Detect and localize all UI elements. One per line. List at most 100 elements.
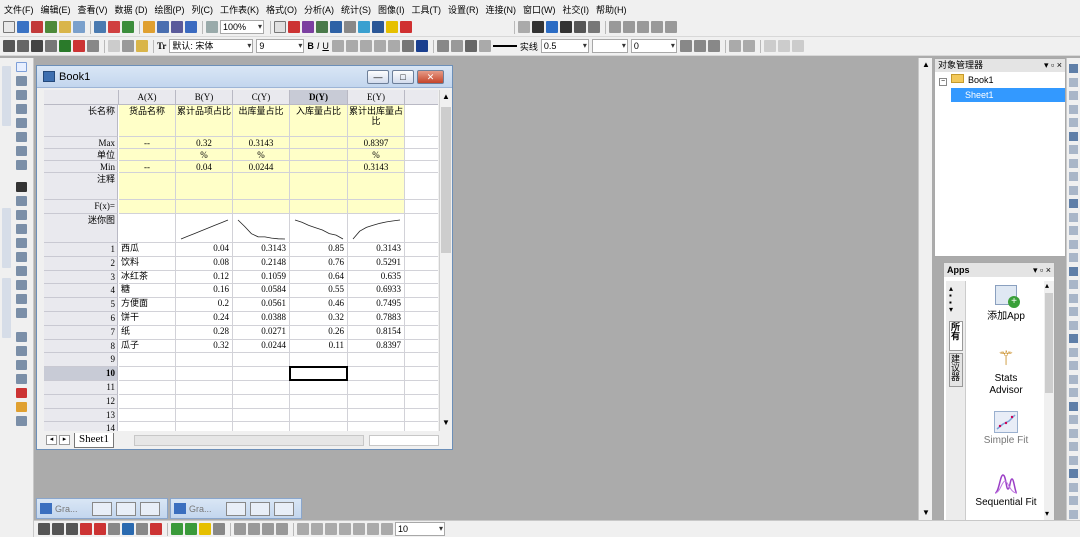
menu-item-9[interactable]: 统计(S) bbox=[341, 3, 371, 16]
right-tool-icon[interactable] bbox=[1069, 64, 1078, 73]
meta-cell-longname-d[interactable]: 入库量占比 bbox=[290, 105, 348, 137]
data-cell[interactable]: 0.08 bbox=[176, 256, 233, 271]
data-cell[interactable]: 0.85 bbox=[290, 243, 348, 257]
row-label-longname[interactable]: 长名称 bbox=[44, 105, 118, 137]
data-cell[interactable]: 0.635 bbox=[348, 270, 405, 285]
increase-font-icon[interactable] bbox=[373, 40, 386, 52]
apps-scrollbar[interactable]: ▴ ▾ bbox=[1044, 281, 1054, 521]
data-cell[interactable] bbox=[348, 422, 405, 431]
min-restore-icon-2[interactable] bbox=[225, 501, 246, 516]
apps-tab-scroll-icon[interactable]: ▴ ▪ ▪ ▾ bbox=[949, 285, 953, 314]
z-icon[interactable] bbox=[560, 21, 572, 33]
ellipse-tool-icon[interactable] bbox=[16, 252, 27, 262]
meta-cell-min-e[interactable]: 0.3143 bbox=[348, 161, 405, 173]
insert-image-icon[interactable] bbox=[16, 374, 27, 384]
right-tool-icon[interactable] bbox=[1069, 347, 1078, 357]
export-icon[interactable] bbox=[185, 21, 197, 33]
app-stats-advisor[interactable]: ⚚ Stats Advisor bbox=[968, 347, 1044, 397]
text-tool-icon[interactable] bbox=[16, 182, 27, 192]
data-cell[interactable]: 0.7883 bbox=[348, 312, 405, 326]
data-cell[interactable]: 0.0561 bbox=[233, 298, 290, 312]
data-cell[interactable]: 0.2148 bbox=[233, 256, 290, 271]
add-column-icon[interactable] bbox=[609, 21, 621, 33]
data-cell[interactable] bbox=[348, 353, 405, 368]
print-icon[interactable] bbox=[206, 21, 218, 33]
data-cell[interactable]: 0.6933 bbox=[348, 284, 405, 299]
row-header[interactable]: 4 bbox=[44, 284, 118, 299]
font-size-combo[interactable]: 9 bbox=[256, 39, 305, 53]
data-cell[interactable]: 冰红茶 bbox=[119, 270, 176, 285]
right-tool-icon[interactable] bbox=[1069, 361, 1078, 370]
plot-bar-icon[interactable] bbox=[94, 523, 106, 535]
data-cell[interactable]: 0.76 bbox=[290, 256, 348, 271]
data-cell[interactable]: 0.32 bbox=[176, 339, 233, 354]
data-cell[interactable]: 0.7495 bbox=[348, 298, 405, 312]
data-cell[interactable]: 0.0271 bbox=[233, 325, 290, 340]
line-width-spacer-combo[interactable] bbox=[591, 39, 628, 53]
panel-pin-close-icon[interactable]: ▾ ▫ × bbox=[1044, 59, 1062, 72]
meta-cell-units-c[interactable]: % bbox=[233, 149, 290, 161]
data-cell[interactable]: 0.2 bbox=[176, 298, 233, 312]
apps-scroll-thumb[interactable] bbox=[1045, 293, 1053, 393]
plot-line-icon[interactable] bbox=[38, 523, 50, 535]
meta-cell-max-c[interactable]: 0.3143 bbox=[233, 137, 290, 149]
data-cell[interactable]: 0.26 bbox=[290, 325, 348, 340]
bottom-size-combo[interactable]: 10 bbox=[395, 522, 445, 536]
data-cell[interactable]: 0.16 bbox=[176, 284, 233, 299]
minimized-graph-window-2[interactable]: Gra... bbox=[170, 498, 302, 519]
stack-icon[interactable] bbox=[234, 523, 246, 535]
meta-cell-fx-c[interactable] bbox=[233, 200, 290, 214]
data-cell[interactable]: 0.64 bbox=[290, 270, 348, 285]
merge-icon[interactable] bbox=[17, 40, 29, 52]
insert-graph-icon[interactable] bbox=[16, 294, 27, 304]
right-tool-icon[interactable] bbox=[1069, 104, 1078, 114]
data-cell[interactable]: 瓜子 bbox=[119, 339, 176, 354]
right-tool-icon[interactable] bbox=[1069, 469, 1078, 478]
text-align-bottom-icon[interactable] bbox=[353, 523, 365, 535]
workspace-vertical-scrollbar[interactable]: ▲ ▼ bbox=[918, 58, 932, 520]
scroll-down-icon[interactable]: ▼ bbox=[442, 418, 450, 427]
column-header-c[interactable]: C(Y) bbox=[233, 90, 290, 105]
text-same-width-icon[interactable] bbox=[381, 523, 393, 535]
data-reader-icon[interactable] bbox=[16, 118, 27, 128]
data-cell[interactable]: 0.24 bbox=[176, 312, 233, 326]
menu-item-5[interactable]: 列(C) bbox=[192, 3, 214, 16]
row-header[interactable]: 13 bbox=[44, 408, 118, 423]
data-cell[interactable] bbox=[119, 394, 176, 409]
rotation-combo[interactable]: 0 bbox=[630, 39, 677, 53]
meta-cell-sparklines-a[interactable] bbox=[119, 214, 176, 243]
grid-icon[interactable] bbox=[693, 40, 706, 52]
data-cell[interactable]: 0.55 bbox=[290, 284, 348, 299]
x-icon[interactable] bbox=[532, 21, 544, 33]
duplicate-icon[interactable] bbox=[288, 21, 300, 33]
new-workbook-icon[interactable] bbox=[17, 21, 29, 33]
graph-color-icon[interactable] bbox=[73, 40, 85, 52]
right-tool-icon[interactable] bbox=[1069, 145, 1078, 154]
right-tool-icon[interactable] bbox=[1069, 172, 1078, 181]
results-log-icon[interactable] bbox=[330, 21, 342, 33]
minimized-graph-window-1[interactable]: Gra... bbox=[36, 498, 168, 519]
data-cell[interactable] bbox=[348, 408, 405, 423]
row-header[interactable]: 9 bbox=[44, 353, 118, 368]
plot-area-icon[interactable] bbox=[108, 523, 120, 535]
open-excel-icon[interactable] bbox=[108, 21, 120, 33]
move-first-icon[interactable] bbox=[651, 21, 663, 33]
data-cell[interactable]: 0.3143 bbox=[233, 243, 290, 257]
data-cell[interactable] bbox=[348, 381, 405, 395]
menu-item-11[interactable]: 工具(T) bbox=[412, 3, 442, 16]
meta-cell-longname-e[interactable]: 累计出库量占比 bbox=[348, 105, 405, 137]
menu-item-1[interactable]: 编辑(E) bbox=[41, 3, 71, 16]
meta-cell-longname-b[interactable]: 累计品项占比 bbox=[176, 105, 233, 137]
apps-panel-controls-icon[interactable]: ▾ ▫ × bbox=[1033, 263, 1051, 277]
zoom-plot-icon[interactable] bbox=[276, 523, 288, 535]
scroll-up-icon[interactable]: ▲ bbox=[442, 92, 450, 101]
tree-collapse-icon[interactable]: − bbox=[939, 78, 947, 86]
new-layout-icon[interactable] bbox=[73, 21, 85, 33]
vertical-scrollbar[interactable]: ▲ ▼ bbox=[439, 90, 452, 431]
script-window-icon[interactable] bbox=[358, 21, 370, 33]
right-tool-icon[interactable] bbox=[1069, 455, 1078, 465]
new-matrix-icon[interactable] bbox=[45, 21, 57, 33]
move-left-icon[interactable] bbox=[623, 21, 635, 33]
right-tool-icon[interactable] bbox=[1069, 320, 1078, 330]
project-explorer-icon[interactable] bbox=[316, 21, 328, 33]
